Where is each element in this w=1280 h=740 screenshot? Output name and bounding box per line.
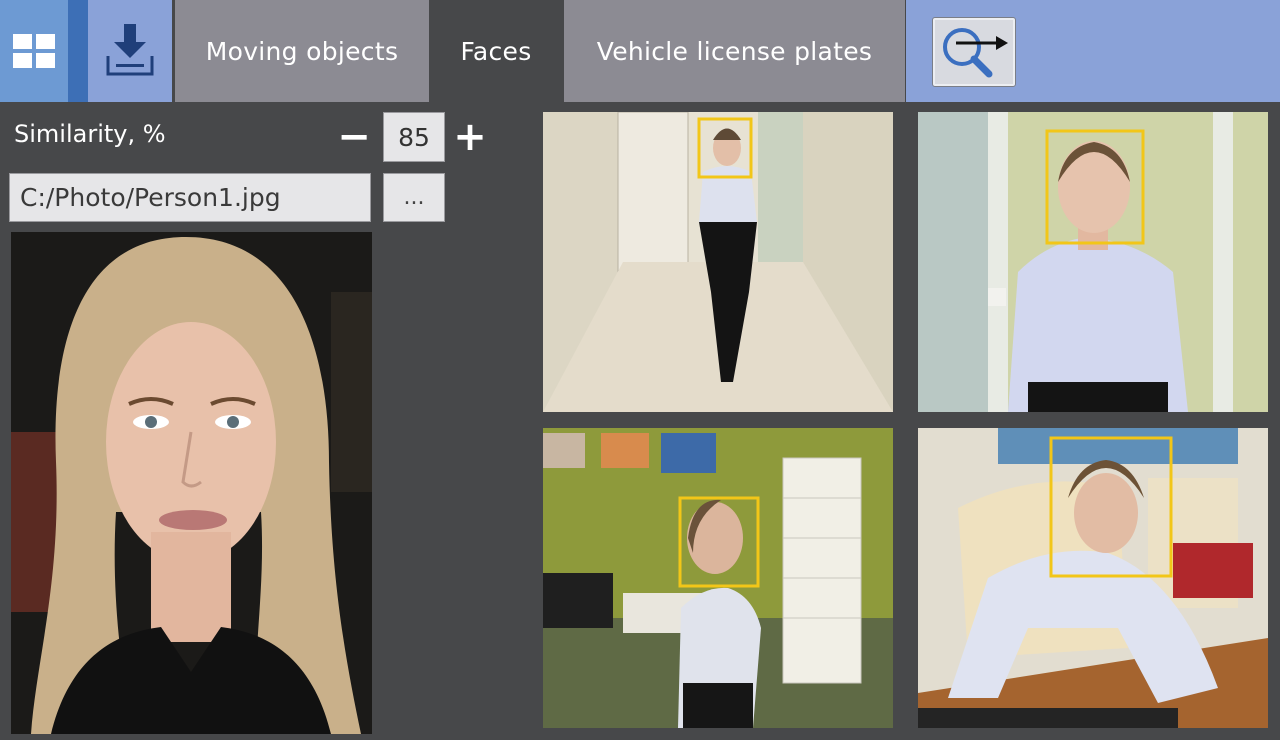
- similarity-label: Similarity, %: [14, 120, 166, 148]
- download-button[interactable]: [88, 0, 172, 102]
- layout-grid-button[interactable]: [0, 0, 68, 102]
- similarity-increase-button[interactable]: +: [448, 112, 492, 162]
- similarity-decrease-button[interactable]: −: [332, 112, 376, 162]
- tab-moving-objects[interactable]: Moving objects: [175, 0, 429, 102]
- result-thumbnail[interactable]: [918, 112, 1268, 412]
- tab-label: Moving objects: [205, 36, 399, 66]
- toolbar: Moving objects Faces Vehicle license pla…: [0, 0, 1280, 102]
- download-icon: [106, 24, 154, 76]
- tab-vehicle-license-plates[interactable]: Vehicle license plates: [564, 0, 905, 102]
- result-thumbnail[interactable]: [918, 428, 1268, 728]
- browse-button[interactable]: ...: [383, 173, 445, 222]
- toolbar-separator: [68, 0, 88, 102]
- grid-icon: [13, 34, 55, 68]
- similarity-value-input[interactable]: 85: [383, 112, 445, 162]
- reference-photo: [11, 232, 372, 734]
- tab-label: Vehicle license plates: [596, 36, 873, 66]
- tab-label: Faces: [460, 36, 532, 66]
- search-arrow-icon: [943, 28, 1008, 78]
- result-thumbnail[interactable]: [543, 428, 893, 728]
- result-thumbnail[interactable]: [543, 112, 893, 412]
- file-path-field[interactable]: C:/Photo/Person1.jpg: [9, 173, 371, 222]
- tab-faces[interactable]: Faces: [429, 0, 563, 102]
- search-button[interactable]: [932, 17, 1016, 87]
